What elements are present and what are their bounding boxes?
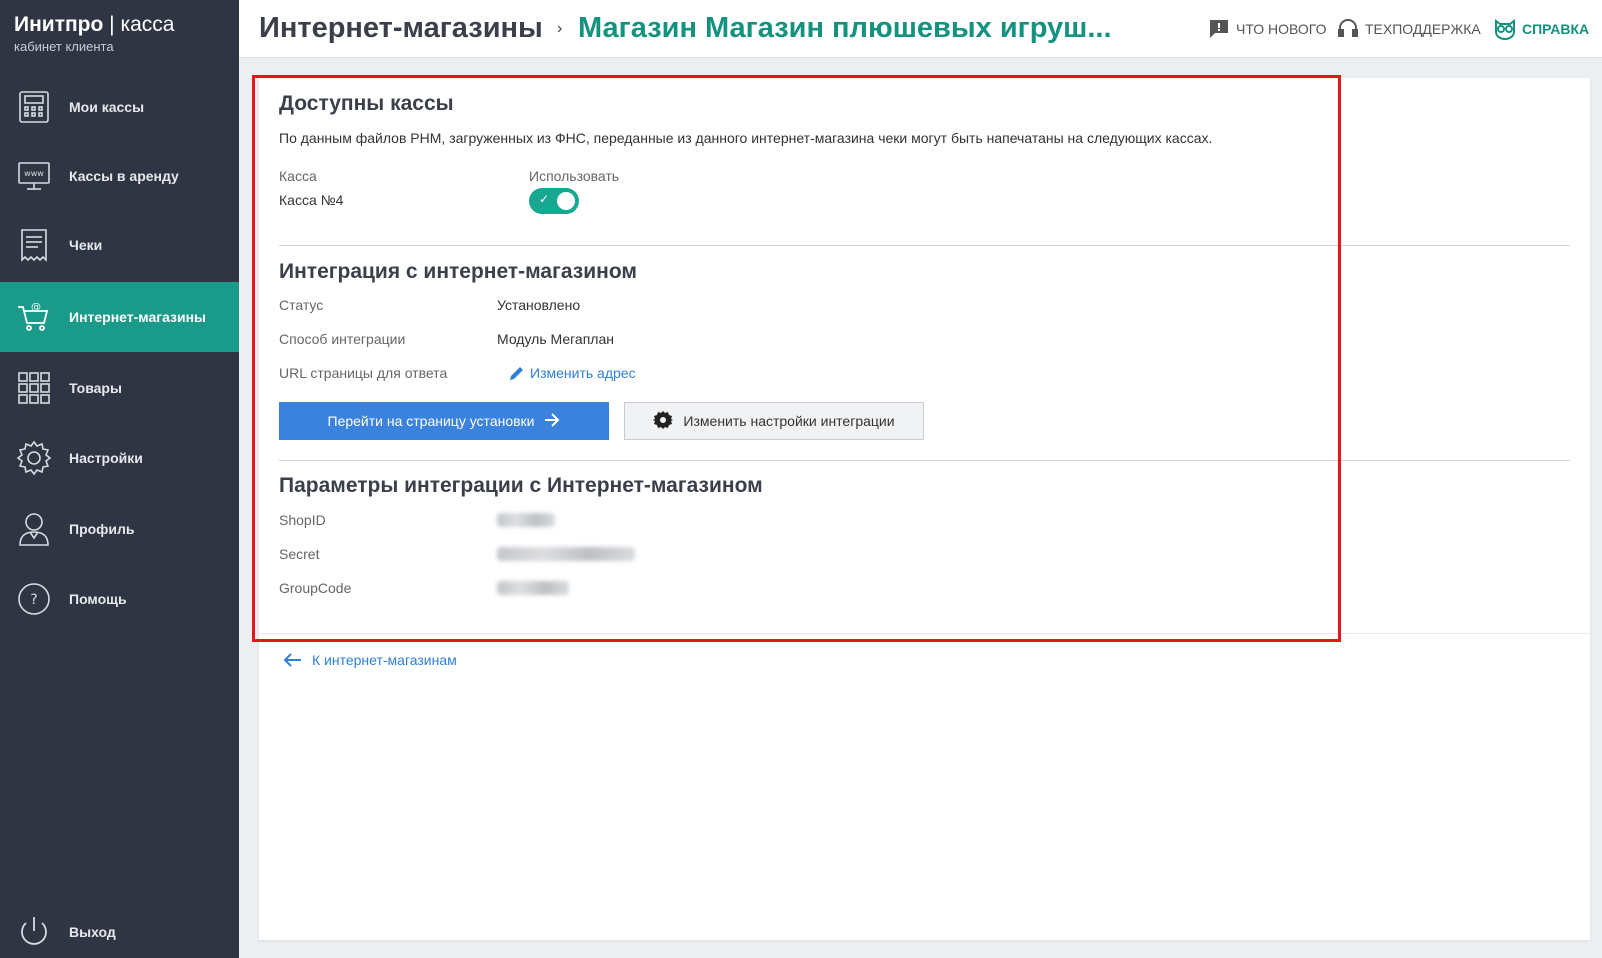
owl-icon [1494,18,1516,40]
section-title-params: Параметры интеграции с Интернет-магазино… [279,474,763,497]
sidebar-item-settings[interactable]: Настройки [0,423,239,493]
sidebar-item-label: Помощь [69,591,127,607]
secret-value-redacted [497,547,635,561]
section-title-available: Доступны кассы [279,92,454,115]
sidebar-item-label: Чеки [69,237,103,253]
section-divider [279,460,1570,461]
integration-settings-label: Изменить настройки интеграции [683,413,895,429]
sidebar-item-label: Интернет-магазины [69,309,207,325]
support-label: Техподдержка [1365,21,1481,37]
arrow-left-icon [282,652,302,668]
gear-icon [16,440,52,476]
receipt-icon [16,227,52,263]
help-link[interactable]: Справка [1494,18,1589,40]
sidebar-item-label: Настройки [69,450,143,466]
url-label: URL страницы для ответа [279,365,448,381]
pencil-icon [508,364,526,382]
sidebar-item-label: Мои кассы [69,99,145,115]
sidebar-item-goods[interactable]: Товары [0,353,239,423]
help-label: Справка [1522,21,1590,37]
card-footer-divider [259,633,1590,634]
logout-label: Выход [69,924,116,940]
www-monitor-icon: www [16,158,52,194]
status-label: Статус [279,297,324,313]
back-to-shops-label: К интернет-магазинам [312,652,457,668]
sidebar: Инитпро | касса кабинет клиента Мои касс… [0,0,239,958]
grid-icon [16,370,52,406]
status-value: Установлено [497,297,581,313]
groupcode-label: GroupCode [279,580,352,596]
headset-icon [1337,18,1359,40]
breadcrumb-separator: › [557,20,563,37]
arrow-right-icon [543,411,561,432]
toggle-knob [557,192,575,210]
secret-label: Secret [279,546,320,562]
use-kassa-toggle[interactable]: ✓ [529,188,579,214]
sidebar-item-receipts[interactable]: Чеки [0,210,239,280]
available-description: По данным файлов РНМ, загруженных из ФНС… [279,130,1213,146]
brand-subtitle: кабинет клиента [14,39,114,54]
section-divider [279,245,1570,246]
method-label: Способ интеграции [279,331,406,347]
check-icon: ✓ [539,192,550,206]
breadcrumb-root[interactable]: Интернет-магазины [259,12,543,45]
sidebar-item-my-kassy[interactable]: Мои кассы [0,72,239,142]
svg-text:@: @ [31,302,41,313]
whats-new-label: Что нового [1236,21,1327,37]
content-card [259,78,1590,940]
svg-text:?: ? [30,592,37,608]
change-address-label: Изменить адрес [530,365,636,381]
sidebar-item-label: Профиль [69,521,135,537]
announcement-icon [1208,18,1230,40]
svg-text:www: www [24,169,44,178]
brand[interactable]: Инитпро | касса кабинет клиента [0,0,239,60]
user-icon [16,511,52,547]
go-to-install-button[interactable]: Перейти на страницу установки [279,402,609,440]
shopid-value-redacted [497,513,555,527]
integration-settings-button[interactable]: Изменить настройки интеграции [624,402,924,440]
cash-register-icon [16,89,52,125]
method-value: Модуль Мегаплан [497,331,614,347]
shopid-label: ShopID [279,512,326,528]
column-header-use: Использовать [529,168,620,184]
support-link[interactable]: Техподдержка [1337,18,1481,40]
top-header: Интернет-магазины › Магазин Магазин плюш… [239,0,1602,58]
column-header-kassa: Касса [279,168,317,184]
go-to-install-label: Перейти на страницу установки [327,413,535,429]
groupcode-value-redacted [497,581,569,595]
section-title-integration: Интеграция с интернет-магазином [279,260,637,283]
sidebar-item-internet-shops[interactable]: @ Интернет-магазины [0,282,239,352]
question-icon: ? [16,581,52,617]
page-title: Магазин Магазин плюшевых игруш... [578,12,1112,44]
change-address-link[interactable]: Изменить адрес [508,364,636,382]
back-to-shops-link[interactable]: К интернет-магазинам [282,652,457,668]
gear-icon [653,410,674,433]
sidebar-item-label: Кассы в аренду [69,168,179,184]
sidebar-item-label: Товары [69,380,122,396]
power-icon [16,914,52,950]
sidebar-item-kassy-rent[interactable]: www Кассы в аренду [0,141,239,211]
shopping-cart-at-icon: @ [16,299,52,335]
sidebar-item-help[interactable]: ? Помощь [0,564,239,634]
whats-new-link[interactable]: Что нового [1208,18,1326,40]
sidebar-item-profile[interactable]: Профиль [0,494,239,564]
logout-button[interactable]: Выход [0,897,239,958]
kassa-name: Касса №4 [279,192,344,208]
brand-title: Инитпро | касса [14,13,175,36]
